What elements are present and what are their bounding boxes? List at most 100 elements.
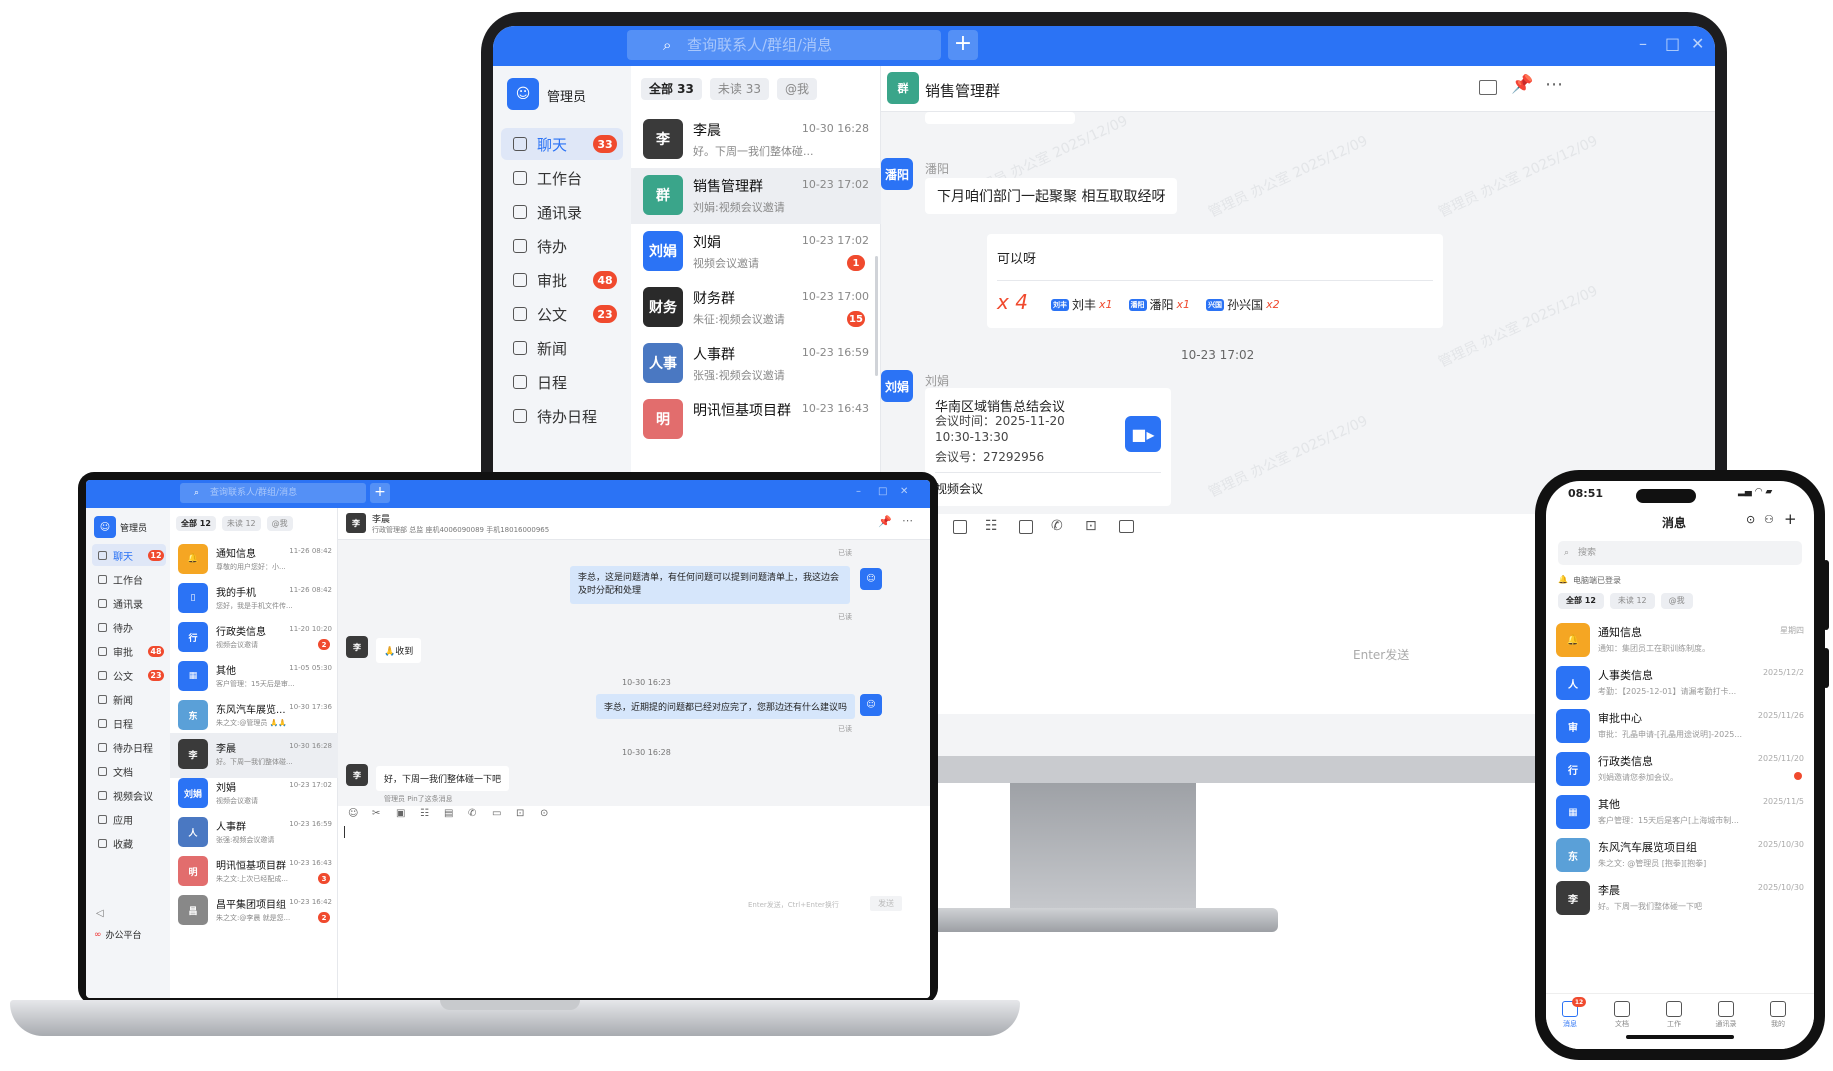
pin-icon[interactable]: 📌 [878, 515, 892, 528]
tab-all[interactable]: 全部 12 [176, 516, 216, 531]
tab-2[interactable]: 工作 [1654, 1001, 1694, 1029]
sidebar-item[interactable]: 通讯录 [501, 196, 623, 228]
folder-icon[interactable] [1119, 520, 1134, 533]
time-divider: 10-30 16:23 [622, 678, 671, 687]
maximize-icon[interactable]: □ [1665, 34, 1680, 53]
sidebar-item[interactable]: 工作台 [501, 162, 623, 194]
scissors-icon[interactable]: ✂ [372, 808, 380, 819]
more-icon[interactable]: ⋯ [1545, 74, 1563, 95]
sidebar-item[interactable]: 新闻 [92, 688, 166, 710]
sidebar-item[interactable]: 文档 [92, 760, 166, 782]
tab-unread[interactable]: 未读 33 [709, 78, 769, 100]
sidebar-item[interactable]: 聊天 12 [92, 544, 166, 566]
platform-link[interactable]: ∞ 办公平台 [94, 928, 142, 942]
conversation-preview: 好。下周一我们整体碰... [693, 145, 814, 158]
conversation-time: 10-23 16:43 [801, 402, 869, 415]
pin-icon[interactable]: 📌 [1511, 74, 1533, 95]
close-icon[interactable]: ✕ [900, 486, 908, 497]
sidebar-item[interactable]: 公文 23 [92, 664, 166, 686]
maximize-icon[interactable]: □ [878, 486, 887, 497]
lock-icon[interactable]: ⊙ [540, 808, 548, 819]
sidebar-item[interactable]: 通讯录 [92, 592, 166, 614]
more-icon[interactable]: ⋯ [902, 514, 913, 527]
phone-icon[interactable]: ✆ [1051, 518, 1063, 534]
conversation-time: 2025/11/20 [1757, 754, 1804, 763]
list-scrollbar[interactable] [875, 256, 878, 376]
sender-avatar[interactable]: 刘娟 [881, 370, 913, 402]
meeting-card[interactable]: 华南区域销售总结会议 会议时间：2025-11-20 10:30-13:30 会… [925, 388, 1171, 506]
sidebar-item[interactable]: 待办日程 [501, 400, 623, 432]
note-icon[interactable]: ▤ [444, 808, 453, 819]
sidebar-item[interactable]: 收藏 [92, 832, 166, 854]
send-button[interactable]: 发送 [870, 896, 902, 911]
sidebar-item[interactable]: 审批 48 [501, 264, 623, 296]
tab-mentions[interactable]: @我 [266, 516, 293, 531]
tab-4[interactable]: 我的 [1758, 1001, 1798, 1029]
title-bar: ⌕ 查询联系人/群组/消息 + – □ ✕ [86, 480, 930, 508]
unread-dot [1794, 772, 1802, 780]
message-bubble[interactable]: 好，下周一我们整体碰一下吧 [376, 766, 510, 791]
file-icon[interactable] [953, 520, 967, 534]
history-icon[interactable]: ☷ [985, 518, 998, 534]
conversation-item[interactable]: 群销售管理群 10-23 17:02 刘娟:视频会议邀请 [631, 168, 881, 224]
sidebar-item[interactable]: 日程 [501, 366, 623, 398]
minimize-icon[interactable]: – [1639, 34, 1647, 53]
sidebar-item[interactable]: 日程 [92, 712, 166, 734]
contact-name: 李晨 [372, 515, 391, 525]
tab-3[interactable]: 通讯录 [1706, 1001, 1746, 1029]
message-bubble[interactable]: 🙏收到 [376, 638, 422, 663]
message-bubble[interactable]: 下月咱们部门一起聚聚 相互取取经呀 [925, 178, 1178, 214]
conversation-item[interactable]: 财务 财务群 10-23 17:00 朱征:视频会议邀请 15 [631, 280, 881, 336]
tab-mentions[interactable]: @我 [1660, 593, 1693, 609]
sidebar-item[interactable]: 公文 23 [501, 298, 623, 330]
add-button[interactable]: + [948, 30, 978, 60]
screen-share-icon[interactable]: ⊡ [1085, 518, 1097, 534]
conversation-item[interactable]: 李李晨 10-30 16:28 好。下周一我们整体碰... [631, 112, 881, 168]
file-icon[interactable]: ▣ [396, 808, 405, 819]
sidebar-item[interactable]: 应用 [92, 808, 166, 830]
search-input[interactable]: ⌕ 搜索 [1558, 541, 1802, 565]
sidebar-item[interactable]: 待办日程 [92, 736, 166, 758]
screenshot-icon[interactable]: ⊡ [516, 808, 524, 819]
tab-1[interactable]: 文档 [1602, 1001, 1642, 1029]
conversation-item[interactable]: 昌昌平集团项目组 10-23 16:42 朱之文:@李晨 就是您... 2 [170, 889, 338, 934]
tab-all[interactable]: 全部 12 [1558, 593, 1604, 609]
minimize-icon[interactable]: – [856, 486, 861, 497]
note-icon[interactable] [1019, 520, 1033, 534]
history-icon[interactable]: ☷ [420, 808, 429, 819]
tab-mentions[interactable]: @我 [776, 78, 817, 100]
sidebar-item[interactable]: 新闻 [501, 332, 623, 364]
tab-0[interactable]: 消息 12 [1550, 997, 1590, 1029]
scan-icon[interactable]: ⊙ [1746, 513, 1755, 526]
collapse-icon[interactable]: ◁ [96, 908, 104, 919]
conversation-item[interactable]: 明明讯恒基项目群 10-23 16:43 [631, 392, 881, 448]
add-button[interactable]: + [370, 483, 390, 503]
conversation-item[interactable]: 刘娟 刘娟 10-23 17:02 视频会议邀请 1 [631, 224, 881, 280]
conversation-item[interactable]: 李李晨 2025/10/30 好。下周一我们整体碰一下吧 [1546, 873, 1814, 923]
sender-avatar[interactable]: 潘阳 [881, 158, 913, 190]
message-bubble-mine[interactable]: 李总，近期提的问题都已经对应完了，您那边还有什么建议吗 [596, 694, 856, 719]
phone-icon[interactable]: ✆ [468, 808, 476, 819]
sidebar-item[interactable]: 工作台 [92, 568, 166, 590]
tab-unread[interactable]: 未读 12 [221, 516, 261, 531]
emoji-icon[interactable]: ☺ [348, 808, 358, 819]
sidebar-item[interactable]: 待办 [501, 230, 623, 262]
contacts-icon[interactable]: ⚇ [1764, 513, 1774, 526]
search-input[interactable]: ⌕ 查询联系人/群组/消息 [627, 30, 941, 60]
folder-icon[interactable]: ▭ [492, 808, 501, 819]
tab-unread[interactable]: 未读 12 [1609, 593, 1655, 609]
search-input[interactable]: ⌕ 查询联系人/群组/消息 [180, 483, 366, 503]
folder-icon[interactable] [1479, 80, 1497, 95]
conversation-item[interactable]: 人事 人事群 10-23 16:59 张强:视频会议邀请 [631, 336, 881, 392]
sidebar-item[interactable]: 待办 [92, 616, 166, 638]
close-icon[interactable]: ✕ [1691, 34, 1704, 53]
text-cursor[interactable] [344, 826, 345, 838]
conversation-name: 人事类信息 [1598, 669, 1653, 682]
reply-card[interactable]: 可以呀 x 4 刘丰 刘丰 x1 潘阳 潘阳 x1 兴国 孙兴国 x2 [987, 234, 1443, 328]
add-icon[interactable]: + [1784, 510, 1797, 528]
sidebar-item[interactable]: 视频会议 [92, 784, 166, 806]
sidebar-item[interactable]: 聊天 33 [501, 128, 623, 160]
tab-all[interactable]: 全部 33 [641, 78, 702, 100]
sidebar-item[interactable]: 审批 48 [92, 640, 166, 662]
message-bubble-mine[interactable]: 李总，这是问题清单，有任何问题可以提到问题清单上，我这边会及时分配和处理 [570, 566, 850, 604]
